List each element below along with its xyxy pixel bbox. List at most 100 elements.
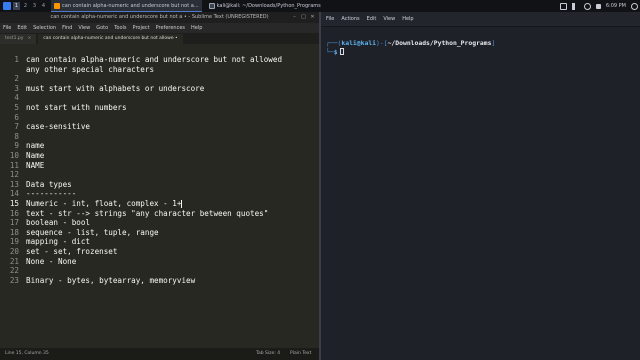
line-text: Data types [26,179,72,189]
line-number: 15 [9,199,19,208]
editor-line[interactable]: 23 Binary - bytes, bytearray, memoryview [0,276,319,286]
prompt-frame-top: ┌──( [326,39,342,47]
line-text: set - set, frozenset [26,247,118,256]
editor-line[interactable]: 22 [0,266,319,276]
editor-line[interactable]: 8 [0,132,319,142]
line-text: not start with numbers [26,103,127,112]
tab-test1-label: test1.py [5,36,24,41]
tab-size[interactable]: Tab Size: 4 [256,348,280,360]
task-sublime[interactable]: can contain alpha-numeric and underscore… [51,0,202,12]
workspace-4[interactable]: 4 [40,2,47,10]
workspace-2[interactable]: 2 [22,2,29,10]
prompt-frame-mid: )-[ [376,39,388,47]
line-number: 4 [14,93,19,103]
clock[interactable]: 6:09 PM [606,3,626,9]
line-number: 21 [9,256,19,266]
window-title: can contain alpha-numeric and underscore… [50,14,269,20]
editor-line[interactable]: 16 text - str --> strings "any character … [0,209,319,219]
term-menu-help[interactable]: Help [402,16,413,22]
menu-preferences[interactable]: Preferences [156,25,185,31]
notification-icon[interactable] [583,2,591,10]
line-number: 8 [14,131,19,141]
term-menu-file[interactable]: File [326,16,334,22]
line-number: 19 [9,237,19,247]
text-caret [181,200,182,208]
task-terminal[interactable]: kali@kali: ~/Downloads/Python_Programs [206,0,324,12]
editor-line[interactable]: 12 [0,170,319,180]
line-number: 16 [9,208,19,218]
editor-line[interactable]: any other special characters [0,65,319,75]
tab-test1[interactable]: test1.py × [0,34,37,44]
prompt-host: kali [360,39,377,47]
line-number: 17 [9,218,19,228]
prompt-directory: ~/Downloads/Python_Programs [387,39,492,47]
line-text: ----------- [26,189,77,199]
term-menu-actions[interactable]: Actions [341,16,359,22]
task-terminal-label: kali@kali: ~/Downloads/Python_Programs [216,3,321,9]
workspace-1[interactable]: 1 [13,2,20,10]
editor-line[interactable]: 13 Data types [0,180,319,190]
sublime-icon [54,2,60,9]
sublime-window: can contain alpha-numeric and underscore… [0,12,319,360]
workspace-3[interactable]: 3 [31,2,38,10]
editor-line[interactable]: 15 Numeric - int, float, complex - 1+ [0,199,319,209]
editor-area[interactable]: 1 can contain alpha-numeric and underscor… [0,52,319,348]
lock-icon[interactable] [595,3,601,9]
editor-line[interactable]: 3 must start with alphabets or underscore [0,84,319,94]
line-number: 5 [14,103,19,112]
editor-line[interactable]: 5 not start with numbers [0,103,319,113]
tab-close-icon[interactable]: × [27,34,31,44]
menu-help[interactable]: Help [191,25,202,31]
tab-untitled[interactable]: can contain alpha-numeric and underscore… [38,34,183,44]
line-text: boolean - bool [26,218,91,228]
power-icon[interactable] [631,2,638,10]
editor-line[interactable]: 14 ----------- [0,189,319,199]
editor-line[interactable]: 21 None - None [0,257,319,267]
editor-line[interactable]: 4 [0,93,319,103]
kali-menu-icon[interactable] [3,2,11,10]
menu-edit[interactable]: Edit [17,25,27,31]
editor-line[interactable]: 7 case-sensitive [0,122,319,132]
editor-line[interactable]: 6 [0,113,319,123]
editor-line[interactable]: 19 mapping - dict [0,237,319,247]
line-text: text - str --> strings "any character be… [26,208,269,218]
line-text: any other special characters [26,64,155,74]
editor-line[interactable]: 10 Name [0,151,319,161]
sublime-status-bar: Line 15, Column 35 Tab Size: 4 Plain Tex… [0,348,319,360]
menu-selection[interactable]: Selection [33,25,56,31]
line-text: sequence - list, tuple, range [26,227,159,237]
syntax-mode[interactable]: Plain Text [290,348,311,360]
network-icon[interactable] [559,2,567,10]
line-text: None - None [26,256,77,266]
line-text: can contain alpha-numeric and underscore… [26,55,283,64]
menu-goto[interactable]: Goto [96,25,108,31]
editor-line[interactable]: 18 sequence - list, tuple, range [0,228,319,238]
system-tray: 6:09 PM [559,0,638,12]
maximize-icon[interactable]: □ [301,15,306,20]
line-text: must start with alphabets or underscore [26,83,205,93]
menu-find[interactable]: Find [62,25,72,31]
prompt-user: kali [341,39,357,47]
menu-project[interactable]: Project [133,25,150,31]
close-icon[interactable]: ✕ [310,15,315,20]
editor-line[interactable]: 2 [0,74,319,84]
term-menu-edit[interactable]: Edit [367,16,377,22]
menu-view[interactable]: View [78,25,90,31]
terminal-window: File Actions Edit View Help ┌──(kali@kal… [321,12,640,360]
line-number: 6 [14,112,19,122]
editor-line[interactable]: 17 boolean - bool [0,218,319,228]
line-number: 12 [9,170,19,180]
editor-line[interactable]: 1 can contain alpha-numeric and underscor… [0,55,319,65]
minimize-icon[interactable]: – [292,15,297,20]
menu-tools[interactable]: Tools [114,25,126,31]
line-number: 7 [14,122,19,132]
editor-line[interactable]: 20 set - set, frozenset [0,247,319,257]
line-text: Binary - bytes, bytearray, memoryview [26,275,196,285]
terminal-menu-bar: File Actions Edit View Help [321,12,640,27]
editor-line[interactable]: 9 name [0,141,319,151]
terminal-output[interactable]: ┌──(kali@kali)-[~/Downloads/Python_Progr… [326,39,495,57]
menu-file[interactable]: File [3,25,11,31]
editor-line[interactable]: 11 NAME [0,161,319,171]
term-menu-view[interactable]: View [383,16,395,22]
volume-icon[interactable] [571,2,579,10]
